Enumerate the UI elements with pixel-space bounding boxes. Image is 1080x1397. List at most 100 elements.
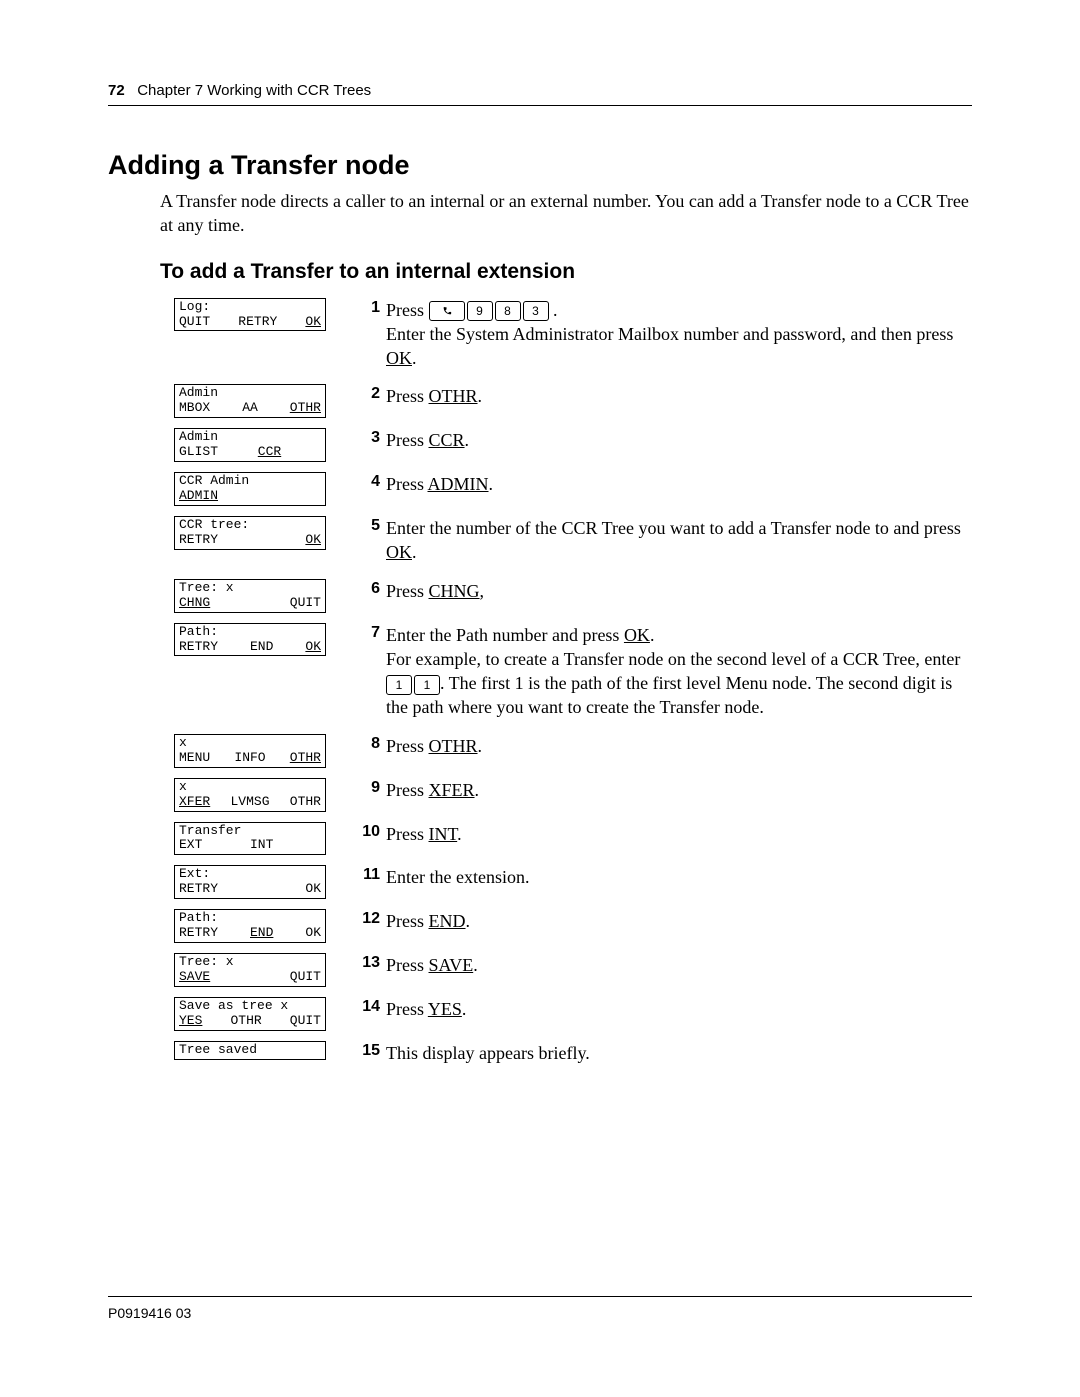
press-label: Press	[386, 430, 429, 450]
step-text: Press CCR.	[386, 428, 972, 452]
step-row: Ext:RETRYOK 11 Enter the extension.	[174, 865, 972, 899]
step-text: Enter the Path number and press OK. For …	[386, 623, 972, 720]
step-row: CCR tree:RETRYOK 5 Enter the number of t…	[174, 516, 972, 565]
feature-key-sequence: 9 8 3	[429, 301, 549, 321]
example-key-sequence: 1 1	[386, 675, 440, 695]
digit-key: 1	[386, 675, 412, 695]
lcd-display: Save as tree xYESOTHRQUIT	[174, 997, 326, 1031]
step-row: Tree: xSAVEQUIT 13 Press SAVE.	[174, 953, 972, 987]
softkey-ref: SAVE	[429, 955, 474, 975]
page-header: 72 Chapter 7 Working with CCR Trees	[108, 82, 972, 106]
step-text-fragment: Enter the number of the CCR Tree you wan…	[386, 518, 961, 538]
lcd-display: xXFERLVMSGOTHR	[174, 778, 326, 812]
step-number: 11	[354, 865, 386, 886]
intro-paragraph: A Transfer node directs a caller to an i…	[160, 189, 972, 238]
subsection-title: To add a Transfer to an internal extensi…	[160, 260, 972, 284]
step-number: 7	[354, 623, 386, 644]
steps-list: Log:QUITRETRYOK 1 Press 9 8 3 . Enter th…	[174, 298, 972, 1066]
step-row: Path:RETRYENDOK 12 Press END.	[174, 909, 972, 943]
phone-icon	[442, 306, 452, 316]
step-text-fragment: Enter the System Administrator Mailbox n…	[386, 324, 953, 344]
step-row: Path:RETRYENDOK 7 Enter the Path number …	[174, 623, 972, 720]
step-text-fragment: For example, to create a Transfer node o…	[386, 649, 960, 669]
step-number: 8	[354, 734, 386, 755]
lcd-display: Path:RETRYENDOK	[174, 623, 326, 657]
step-text: Press SAVE.	[386, 953, 972, 977]
step-number: 6	[354, 579, 386, 600]
lcd-display: Tree saved	[174, 1041, 326, 1060]
step-row: AdminGLISTCCR 3 Press CCR.	[174, 428, 972, 462]
step-text: Press END.	[386, 909, 972, 933]
lcd-display: Path:RETRYENDOK	[174, 909, 326, 943]
step-row: CCR AdminADMIN 4 Press ADMIN.	[174, 472, 972, 506]
step-text: Press 9 8 3 . Enter the System Administr…	[386, 298, 972, 371]
page: 72 Chapter 7 Working with CCR Trees Addi…	[0, 0, 1080, 1397]
softkey-ref: OK	[386, 348, 412, 368]
press-label: Press	[386, 999, 428, 1019]
step-text: Press XFER.	[386, 778, 972, 802]
softkey-ref: CHNG	[429, 581, 480, 601]
press-label: Press	[386, 386, 429, 406]
digit-key: 9	[467, 301, 493, 321]
doc-id: P0919416 03	[108, 1305, 191, 1321]
step-row: Tree saved 15 This display appears brief…	[174, 1041, 972, 1065]
step-text: Enter the number of the CCR Tree you wan…	[386, 516, 972, 565]
digit-key: 8	[495, 301, 521, 321]
lcd-display: Ext:RETRYOK	[174, 865, 326, 899]
softkey-ref: INT	[429, 824, 458, 844]
step-text: This display appears briefly.	[386, 1041, 972, 1065]
step-number: 10	[354, 822, 386, 843]
step-number: 12	[354, 909, 386, 930]
step-text: Press ADMIN.	[386, 472, 972, 496]
softkey-ref: END	[429, 911, 466, 931]
lcd-display: Tree: xSAVEQUIT	[174, 953, 326, 987]
softkey-ref: OK	[624, 625, 650, 645]
step-row: xMENUINFOOTHR 8 Press OTHR.	[174, 734, 972, 768]
press-label: Press	[386, 911, 429, 931]
step-text-fragment: . The first 1 is the path of the first l…	[386, 673, 952, 717]
step-row: Log:QUITRETRYOK 1 Press 9 8 3 . Enter th…	[174, 298, 972, 371]
lcd-display: xMENUINFOOTHR	[174, 734, 326, 768]
step-row: Save as tree xYESOTHRQUIT 14 Press YES.	[174, 997, 972, 1031]
softkey-ref: CCR	[429, 430, 465, 450]
step-text: Press OTHR.	[386, 734, 972, 758]
step-number: 15	[354, 1041, 386, 1062]
step-text-fragment: Enter the Path number and press	[386, 625, 624, 645]
lcd-display: Tree: xCHNGQUIT	[174, 579, 326, 613]
press-label: Press	[386, 824, 429, 844]
lcd-display: CCR AdminADMIN	[174, 472, 326, 506]
press-label: Press	[386, 581, 429, 601]
step-number: 2	[354, 384, 386, 405]
chapter-title: Chapter 7 Working with CCR Trees	[137, 82, 371, 99]
press-label: Press	[386, 736, 429, 756]
softkey-ref: OK	[386, 542, 412, 562]
press-label: Press	[386, 300, 429, 320]
step-text: Press INT.	[386, 822, 972, 846]
page-number: 72	[108, 82, 125, 99]
step-row: AdminMBOXAAOTHR 2 Press OTHR.	[174, 384, 972, 418]
softkey-ref: OTHR	[429, 736, 478, 756]
step-number: 3	[354, 428, 386, 449]
digit-key: 1	[414, 675, 440, 695]
press-label: Press	[386, 474, 428, 494]
step-row: xXFERLVMSGOTHR 9 Press XFER.	[174, 778, 972, 812]
step-row: TransferEXTINT 10 Press INT.	[174, 822, 972, 856]
step-text: Press CHNG,	[386, 579, 972, 603]
feature-key-icon	[429, 301, 465, 321]
press-label: Press	[386, 780, 429, 800]
lcd-display: AdminMBOXAAOTHR	[174, 384, 326, 418]
lcd-display: Log:QUITRETRYOK	[174, 298, 326, 332]
press-label: Press	[386, 955, 429, 975]
step-number: 13	[354, 953, 386, 974]
lcd-display: TransferEXTINT	[174, 822, 326, 856]
lcd-display: CCR tree:RETRYOK	[174, 516, 326, 550]
digit-key: 3	[523, 301, 549, 321]
step-text: Press YES.	[386, 997, 972, 1021]
softkey-ref: OTHR	[429, 386, 478, 406]
step-row: Tree: xCHNGQUIT 6 Press CHNG,	[174, 579, 972, 613]
softkey-ref: ADMIN	[428, 474, 489, 494]
step-number: 5	[354, 516, 386, 537]
step-text: Press OTHR.	[386, 384, 972, 408]
lcd-display: AdminGLISTCCR	[174, 428, 326, 462]
step-number: 1	[354, 298, 386, 319]
